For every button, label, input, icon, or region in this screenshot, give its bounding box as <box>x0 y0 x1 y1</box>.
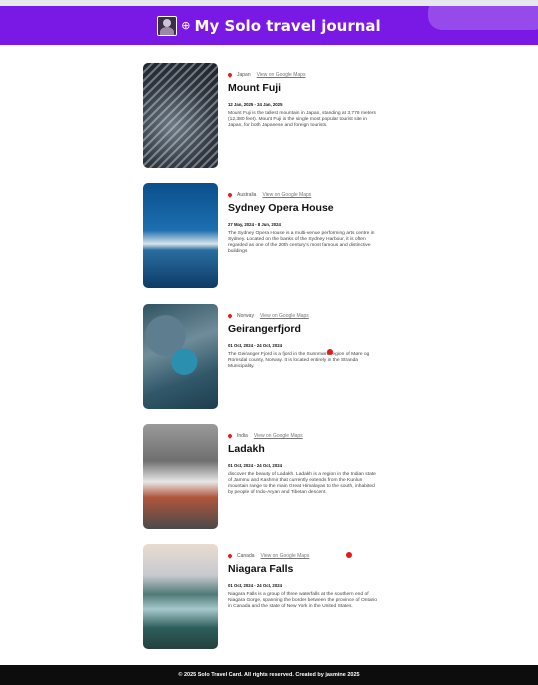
entry-title: Geirangerfjord <box>228 323 301 335</box>
entry-dates: 27 May, 2024 - 8 Jun, 2024 <box>228 222 281 227</box>
entry-info: Norway View on Google Maps Geirangerfjor… <box>227 312 378 370</box>
google-maps-link[interactable]: View on Google Maps <box>260 313 309 319</box>
page-title: My Solo travel journal <box>194 16 381 35</box>
entry-dates: 12 Jan, 2025 - 24 Jan, 2025 <box>228 102 283 107</box>
entry-dates: 01 Oct, 2024 - 24 Oct, 2024 <box>228 583 282 588</box>
google-maps-link[interactable]: View on Google Maps <box>261 553 310 559</box>
entry-photo <box>143 424 218 529</box>
entry-card-sydney-opera-house: Australia View on Google Maps Sydney Ope… <box>143 183 383 288</box>
avatar <box>157 15 178 36</box>
app-header: ⊕ My Solo travel journal <box>0 6 538 45</box>
footer-text: © 2025 Solo Travel Card. All rights rese… <box>178 672 360 678</box>
location-pin-icon <box>227 553 233 559</box>
location-pin-icon <box>227 72 233 78</box>
entry-description: The Geiranger Fjord is a fjord in the Su… <box>228 352 370 369</box>
entry-description: Mount Fuji is the tallest mountain in Ja… <box>228 111 376 128</box>
google-maps-link[interactable]: View on Google Maps <box>257 72 306 78</box>
page-footer: © 2025 Solo Travel Card. All rights rese… <box>0 665 538 685</box>
entry-description: The Sydney Opera House is a multi-venue … <box>228 231 375 254</box>
entry-description: discover the beauty of Ladakh. Ladakh is… <box>228 472 376 495</box>
entry-title: Mount Fuji <box>228 82 282 94</box>
entry-country: India <box>237 433 248 439</box>
entry-country: Japan <box>237 72 251 78</box>
header-title-group: ⊕ My Solo travel journal <box>157 15 381 36</box>
location-row: India View on Google Maps <box>227 432 378 440</box>
globe-icon: ⊕ <box>181 19 191 32</box>
entry-country: Norway <box>237 313 254 319</box>
entry-country: Canada <box>237 553 255 559</box>
google-maps-link[interactable]: View on Google Maps <box>254 433 303 439</box>
cursor-marker-dot <box>346 552 352 558</box>
entry-photo <box>143 63 218 168</box>
location-row: Canada View on Google Maps <box>227 552 378 560</box>
entry-country: Australia <box>237 192 257 198</box>
entry-dates: 01 Oct, 2024 - 24 Oct, 2024 <box>228 463 282 468</box>
location-pin-icon <box>227 192 233 198</box>
location-row: Norway View on Google Maps <box>227 312 378 320</box>
entry-info: Australia View on Google Maps Sydney Ope… <box>227 191 378 255</box>
entry-title: Sydney Opera House <box>228 202 334 214</box>
location-row: Australia View on Google Maps <box>227 191 378 199</box>
header-decoration <box>428 6 538 30</box>
entry-card-ladakh: India View on Google Maps Ladakh 01 Oct,… <box>143 424 383 529</box>
google-maps-link[interactable]: View on Google Maps <box>262 192 311 198</box>
entry-info: Japan View on Google Maps Mount Fuji 12 … <box>227 71 378 129</box>
cursor-marker-dot <box>327 349 333 355</box>
entry-title: Ladakh <box>228 443 265 455</box>
entry-photo <box>143 544 218 649</box>
entry-info: India View on Google Maps Ladakh 01 Oct,… <box>227 432 378 496</box>
location-pin-icon <box>227 433 233 439</box>
entry-card-geirangerfjord: Norway View on Google Maps Geirangerfjor… <box>143 304 383 409</box>
entry-photo <box>143 304 218 409</box>
location-row: Japan View on Google Maps <box>227 71 378 79</box>
entry-description: Niagara Falls is a group of three waterf… <box>228 592 377 609</box>
entry-card-niagara-falls: Canada View on Google Maps Niagara Falls… <box>143 544 383 649</box>
entry-photo <box>143 183 218 288</box>
location-pin-icon <box>227 313 233 319</box>
entry-title: Niagara Falls <box>228 563 294 575</box>
entry-info: Canada View on Google Maps Niagara Falls… <box>227 552 378 610</box>
entry-dates: 01 Oct, 2024 - 24 Oct, 2024 <box>228 343 282 348</box>
entry-card-mount-fuji: Japan View on Google Maps Mount Fuji 12 … <box>143 63 383 168</box>
